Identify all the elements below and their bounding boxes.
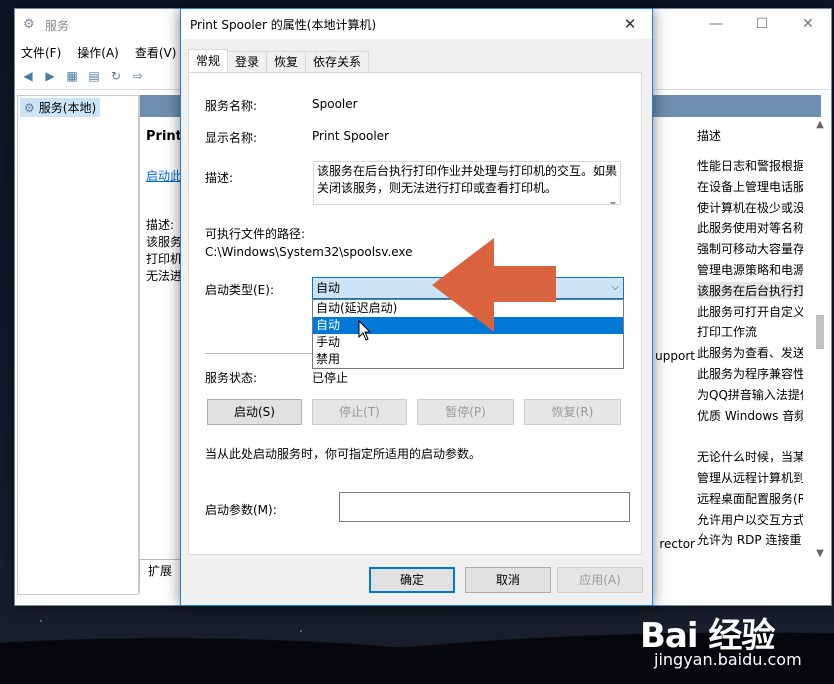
- detail-description: 描述: 该服务 打印机 无法进: [146, 217, 182, 285]
- list-item[interactable]: 在设备上管理电话服: [697, 178, 803, 195]
- gear-icon: ⚙: [23, 17, 35, 32]
- cancel-button[interactable]: 取消: [465, 567, 551, 593]
- stop-button[interactable]: 停止(T): [312, 399, 407, 425]
- watermark-url: jingyan.baidu.com: [654, 650, 802, 669]
- services-list: 描述 upport rector 性能日志和警报根据 在设备上管理电话服 使计算机在…: [651, 95, 821, 593]
- dialog-title: Print Spooler 的属性(本地计算机): [190, 17, 377, 32]
- service-detail-pane: Print 启动此 描述: 该服务 打印机 无法进: [139, 95, 184, 593]
- list-item[interactable]: 此服务可打开自定义: [697, 303, 803, 320]
- tab-dependencies[interactable]: 依存关系: [305, 51, 370, 72]
- service-name-label: 服务名称:: [205, 99, 258, 113]
- pause-button[interactable]: 暂停(P): [417, 399, 514, 425]
- list-item[interactable]: 管理电源策略和电源: [697, 261, 803, 278]
- general-panel: 服务名称: Spooler 显示名称: Print Spooler 描述: 该服…: [188, 72, 642, 555]
- ok-button[interactable]: 确定: [369, 567, 455, 593]
- list-item[interactable]: 性能日志和警报根据: [697, 157, 803, 174]
- tree-item-services-local[interactable]: ⚙ 服务(本地): [20, 98, 101, 117]
- description-scrollbar[interactable]: ▲ ▼: [606, 162, 620, 204]
- menu-action[interactable]: 操作(A): [77, 44, 119, 61]
- tab-strip: 常规 登录 恢复 依存关系: [188, 49, 370, 72]
- list-item[interactable]: 该服务在后台执行打: [697, 281, 803, 299]
- list-item[interactable]: 此服务使用对等名称: [697, 219, 803, 236]
- scroll-up-icon[interactable]: ▲: [813, 119, 827, 130]
- list-item[interactable]: 打印工作流: [697, 323, 803, 340]
- start-button[interactable]: 启动(S): [207, 399, 302, 425]
- baidu-watermark: Bai 经验 jingyan.baidu.com: [640, 596, 830, 676]
- dialog-titlebar: Print Spooler 的属性(本地计算机): [181, 9, 652, 39]
- option-disabled[interactable]: 禁用: [313, 351, 623, 368]
- chevron-down-icon: ⌵: [611, 282, 619, 293]
- scroll-down-icon[interactable]: ▼: [813, 548, 827, 559]
- list-item[interactable]: 优质 Windows 音频: [697, 407, 803, 424]
- list-item[interactable]: 管理从远程计算机到: [697, 469, 803, 486]
- forward-arrow-icon[interactable]: ▶: [41, 67, 59, 85]
- list-item[interactable]: 强制可移动大容量存: [697, 240, 803, 257]
- name-partial: upport: [655, 349, 695, 363]
- apply-button[interactable]: 应用(A): [557, 567, 643, 593]
- exe-path-label: 可执行文件的路径:: [205, 227, 306, 241]
- properties-icon[interactable]: ▤: [85, 67, 103, 85]
- list-item[interactable]: 远程桌面配置服务(R: [697, 490, 803, 507]
- console-tree: ⚙ 服务(本地): [17, 95, 139, 595]
- desc-line: 该服务: [146, 235, 183, 249]
- description-label: 描述:: [205, 171, 234, 185]
- gear-icon: ⚙: [24, 100, 35, 115]
- properties-dialog: Print Spooler 的属性(本地计算机) ✕ 常规 登录 恢复 依存关系…: [180, 8, 653, 606]
- exe-path-value: C:\Windows\System32\spoolsv.exe: [205, 245, 413, 259]
- service-status-label: 服务状态:: [205, 371, 258, 385]
- list-item[interactable]: 允许用户以交互方式: [697, 511, 803, 528]
- display-name-label: 显示名称:: [205, 131, 258, 145]
- desc-line: 打印机: [146, 252, 183, 266]
- list-item[interactable]: 此服务为查看、发送: [697, 344, 803, 361]
- window-controls: — ☐ ✕: [693, 9, 831, 39]
- list-item[interactable]: 使计算机在极少或没: [697, 199, 803, 216]
- refresh-icon[interactable]: ↻: [107, 67, 125, 85]
- startup-type-label: 启动类型(E):: [205, 283, 274, 297]
- start-service-link[interactable]: 启动此: [146, 167, 182, 184]
- tab-logon[interactable]: 登录: [227, 51, 268, 72]
- menu-file[interactable]: 文件(F): [21, 44, 61, 61]
- detail-title: Print: [146, 129, 182, 144]
- list-item[interactable]: 无论什么时候，当某: [697, 448, 803, 465]
- console-tree-icon[interactable]: ▦: [63, 67, 81, 85]
- list-item[interactable]: 此服务为程序兼容性: [697, 365, 803, 382]
- scroll-thumb[interactable]: [816, 315, 824, 349]
- start-params-label: 启动参数(M):: [205, 503, 277, 517]
- services-title: 服务: [45, 18, 70, 33]
- column-header-description[interactable]: 描述: [697, 127, 721, 144]
- desc-line: 无法进: [146, 269, 183, 283]
- export-icon[interactable]: ⇨: [129, 67, 147, 85]
- detail-header: [140, 95, 184, 117]
- list-item[interactable]: 允许为 RDP 连接重: [697, 531, 803, 548]
- close-icon[interactable]: ✕: [616, 13, 644, 35]
- service-status-value: 已停止: [312, 371, 349, 385]
- tab-recovery[interactable]: 恢复: [266, 51, 307, 72]
- tab-general[interactable]: 常规: [188, 49, 229, 72]
- list-item[interactable]: 为QQ拼音输入法提供: [697, 386, 803, 403]
- desc-line: 描述:: [146, 218, 175, 232]
- annotation-arrow-icon: [432, 238, 556, 332]
- list-header-bar: [651, 95, 821, 117]
- resume-button[interactable]: 恢复(R): [524, 399, 621, 425]
- mouse-cursor-icon: [358, 320, 372, 341]
- description-box[interactable]: 该服务在后台执行打印作业并处理与打印机的交互。如果关闭该服务，则无法进行打印或查…: [313, 161, 621, 205]
- minimize-button[interactable]: —: [693, 9, 739, 39]
- start-params-hint: 当从此处启动服务时，你可指定所适用的启动参数。: [205, 447, 482, 461]
- vertical-scrollbar[interactable]: ▲ ▼: [813, 119, 827, 559]
- maximize-button[interactable]: ☐: [739, 9, 785, 39]
- tree-item-label: 服务(本地): [38, 101, 97, 115]
- close-button[interactable]: ✕: [785, 9, 831, 39]
- service-name-value: Spooler: [312, 97, 358, 111]
- description-text: 该服务在后台执行打印作业并处理与打印机的交互。如果关闭该服务，则无法进行打印或查…: [317, 164, 618, 195]
- back-arrow-icon[interactable]: ◀: [19, 67, 37, 85]
- menu-view[interactable]: 查看(V): [135, 44, 177, 61]
- display-name-value: Print Spooler: [312, 129, 389, 143]
- start-params-input[interactable]: [339, 492, 630, 522]
- startup-type-value: 自动: [316, 281, 341, 295]
- name-partial: rector: [659, 537, 695, 551]
